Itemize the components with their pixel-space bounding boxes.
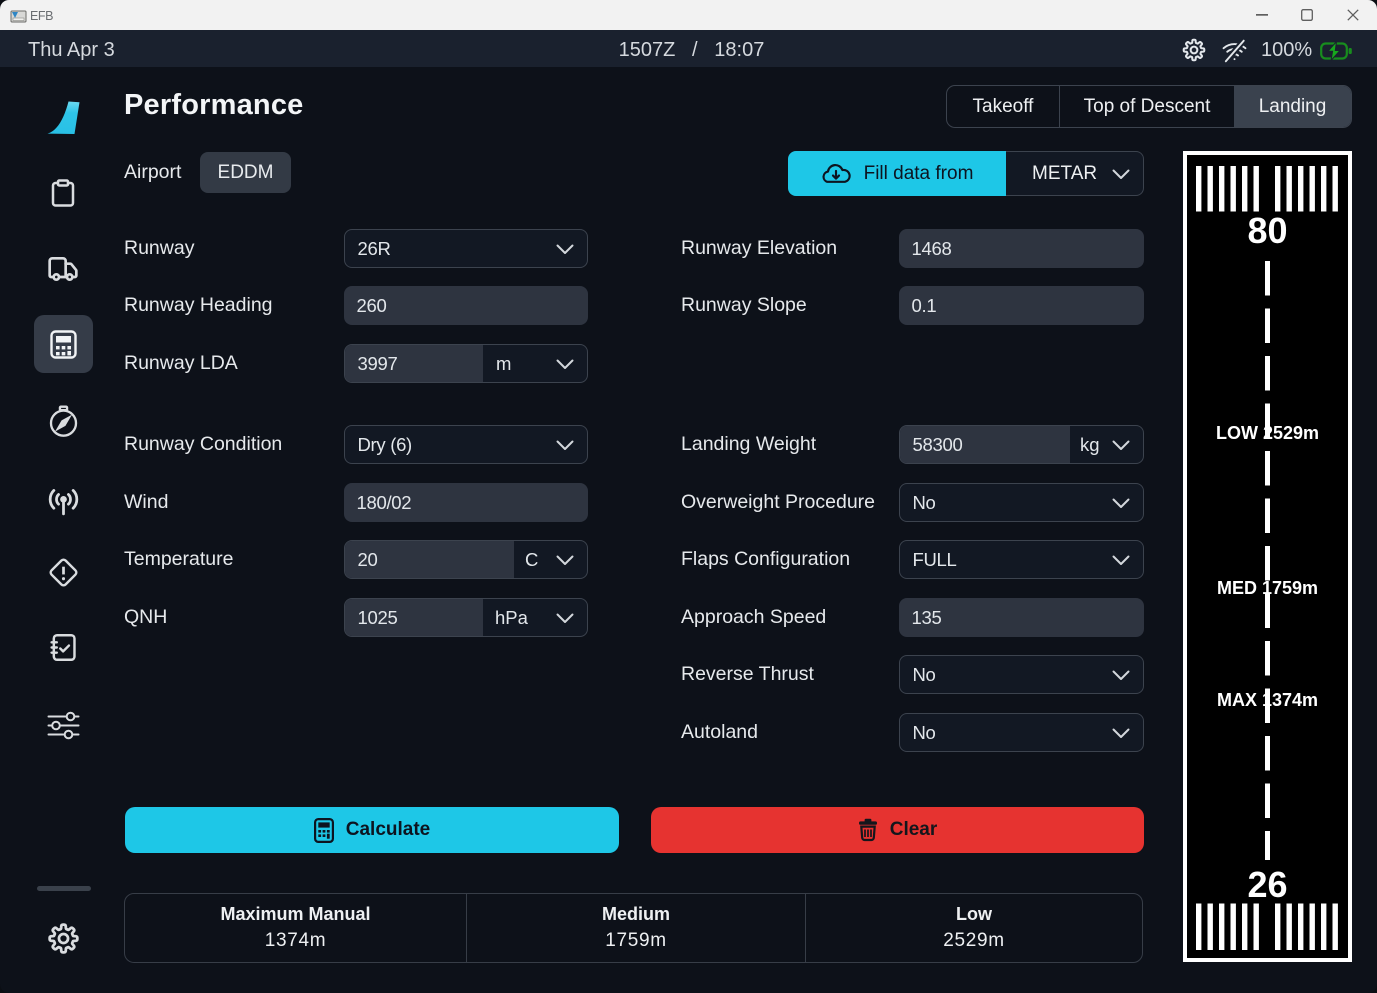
svg-text:MAX 1374m: MAX 1374m <box>1217 690 1318 710</box>
svg-text:26: 26 <box>1247 864 1287 905</box>
svg-text:LOW 2529m: LOW 2529m <box>1216 423 1319 443</box>
svg-text:MED 1759m: MED 1759m <box>1217 578 1318 598</box>
svg-text:80: 80 <box>1247 210 1287 251</box>
